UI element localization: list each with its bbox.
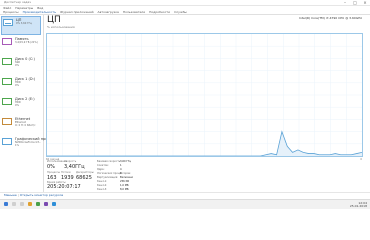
sidebar-item-disk0[interactable]: Диск 0 (C:) SSD 0%	[1, 56, 41, 75]
spec-label: Кэш L3:	[97, 188, 108, 191]
processes-label: Процессы	[47, 171, 60, 174]
cpu-thumbnail-graph	[3, 19, 13, 26]
cpu-model-name: Intel(R) Core(TM) i7-4790 CPU @ 3.60GHz	[299, 16, 362, 20]
cpu-usage-graph	[46, 33, 363, 157]
spec-label: Сокетов:	[97, 164, 109, 167]
spec-label: Базовая скорость:	[97, 160, 122, 163]
gpu-thumbnail-graph	[2, 138, 12, 145]
footer-links: Меньше | Открыть монитор ресурсов	[4, 193, 63, 197]
spec-label: Кэш L1:	[97, 180, 108, 183]
close-icon[interactable]: ×	[360, 0, 370, 5]
spec-value: 8	[120, 172, 122, 175]
browser-icon[interactable]	[36, 202, 40, 206]
search-icon[interactable]	[12, 202, 16, 206]
tab-users[interactable]: Пользователи	[123, 10, 145, 14]
sidebar-item-value2: 0%	[15, 64, 19, 67]
spec-value: 1	[120, 164, 122, 167]
graph-subtitle: % использования	[47, 25, 75, 29]
spec-label: Ядра:	[97, 168, 105, 171]
taskbar: 12:04 25.01.2018	[0, 199, 370, 209]
sidebar-item-gpu[interactable]: Графический проц... NVIDIA GeForce GT...…	[1, 136, 53, 155]
tab-startup[interactable]: Автозагрузка	[98, 10, 119, 14]
uptime-value: 205:20:07:17	[47, 184, 81, 190]
fewer-details-link[interactable]: Меньше	[4, 193, 17, 197]
sidebar-item-value: 0% 3,60 ГГц	[16, 22, 32, 25]
sidebar-item-cpu[interactable]: ЦП 0% 3,60 ГГц	[1, 16, 41, 35]
page-title: ЦП	[47, 15, 61, 25]
resource-sidebar: ЦП 0% 3,60 ГГц Память 3,4/15,9 ГБ (21%) …	[0, 15, 53, 193]
start-icon[interactable]	[4, 202, 8, 206]
window-controls: – □ ×	[340, 0, 370, 5]
usage-value: 0%	[47, 164, 55, 170]
speed-value: 3,40ГГц	[64, 164, 85, 170]
tab-details[interactable]: Подробности	[149, 10, 170, 14]
task-view-icon[interactable]	[20, 202, 24, 206]
tab-services[interactable]: Службы	[174, 10, 187, 14]
tab-processes[interactable]: Процессы	[3, 10, 19, 14]
memory-thumbnail-graph	[2, 38, 12, 45]
spec-label: Кэш L2:	[97, 184, 108, 187]
spec-label: Виртуализация:	[97, 176, 119, 179]
spec-value: 256 КБ	[120, 180, 130, 183]
maximize-icon[interactable]: □	[350, 0, 360, 5]
task-manager-icon[interactable]	[52, 202, 56, 206]
spec-value: 8,0 МБ	[120, 188, 129, 191]
sidebar-item-disk2[interactable]: Диск 2 (E:) HDD 0%	[1, 96, 41, 115]
clock-date: 25.01.2018	[349, 204, 367, 208]
handles-label: Дескрипторы	[76, 171, 94, 174]
taskbar-clock[interactable]: 12:04 25.01.2018	[350, 202, 367, 208]
open-resource-monitor-link[interactable]: Открыть монитор ресурсов	[20, 193, 63, 197]
spec-label: Логических процессоров:	[97, 172, 131, 175]
tab-app-history[interactable]: Журнал приложений	[60, 10, 94, 14]
sidebar-item-ethernet[interactable]: Ethernet Ethernet О: 0 П: 0 Кбит/с	[1, 116, 41, 135]
sidebar-item-value: 3,4/15,9 ГБ (21%)	[15, 41, 38, 44]
window-title: Диспетчер задач	[4, 0, 32, 4]
spec-value: 3,60 ГГц	[120, 160, 132, 163]
minimize-icon[interactable]: –	[340, 0, 350, 5]
threads-label: Потоки	[61, 171, 71, 174]
tab-performance[interactable]: Производительность	[23, 10, 56, 14]
file-explorer-icon[interactable]	[28, 202, 32, 206]
sidebar-item-memory[interactable]: Память 3,4/15,9 ГБ (21%)	[1, 36, 41, 55]
spec-value: Включено	[120, 176, 134, 179]
disk0-thumbnail-graph	[2, 58, 12, 65]
sidebar-item-value2: 1%	[15, 144, 19, 147]
graph-zero-label: 0	[360, 158, 362, 161]
disk1-thumbnail-graph	[2, 78, 12, 85]
spec-value: 4	[120, 168, 122, 171]
handles-value: 68625	[76, 175, 92, 181]
app-icon[interactable]	[44, 202, 48, 206]
ethernet-thumbnail-graph	[2, 118, 12, 125]
sidebar-item-value2: 0%	[15, 84, 19, 87]
spec-value: 1,0 МБ	[120, 184, 129, 187]
sidebar-item-value2: О: 0 П: 0 Кбит/с	[15, 124, 36, 127]
speed-label: Скорость	[64, 160, 77, 163]
sidebar-item-value2: 0%	[15, 104, 19, 107]
disk2-thumbnail-graph	[2, 98, 12, 105]
sidebar-item-disk1[interactable]: Диск 1 (D:) HDD 0%	[1, 76, 41, 95]
